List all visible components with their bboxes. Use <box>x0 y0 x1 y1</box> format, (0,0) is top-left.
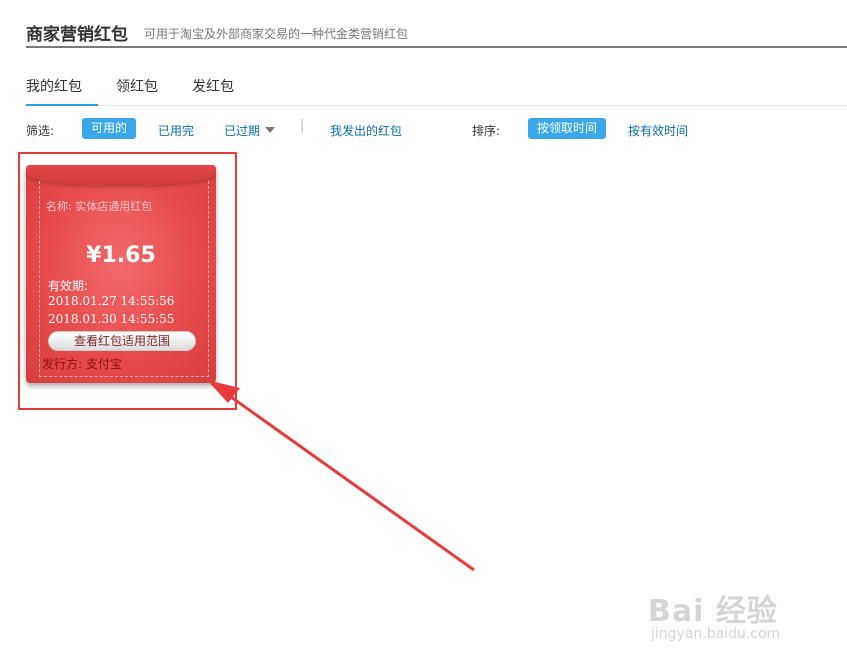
tab-send-red-packets[interactable]: 发红包 <box>192 76 234 106</box>
tab-get-red-packets[interactable]: 领红包 <box>116 76 158 106</box>
arrow-shaft <box>223 390 475 572</box>
filter-sent-by-me-link[interactable]: 我发出的红包 <box>330 122 402 139</box>
watermark-logo: Bai 经验 <box>648 594 778 629</box>
watermark: Bai 经验 jingyan.baidu.com <box>648 586 843 656</box>
card-date-end: 2018.01.30 14:55:55 <box>48 312 175 326</box>
page-header: 商家营销红包 可用于淘宝及外部商家交易的一种代金类营销红包 <box>26 18 847 48</box>
card-amount: ¥1.65 <box>86 243 156 268</box>
sort-by-valid-time-link[interactable]: 按有效时间 <box>628 122 688 139</box>
sort-by-receive-time-button[interactable]: 按领取时间 <box>528 118 607 139</box>
watermark-url: jingyan.baidu.com <box>651 626 781 642</box>
card-name: 名称: 实体店通用红包 <box>46 200 153 213</box>
chevron-down-icon[interactable] <box>265 127 275 133</box>
page-subtitle: 可用于淘宝及外部商家交易的一种代金类营销红包 <box>144 27 409 41</box>
filter-separator: | <box>300 118 305 133</box>
filter-expired-link[interactable]: 已过期 <box>224 122 260 139</box>
filter-bar: 筛选: 可用的 已用完 已过期 | 我发出的红包 排序: 按领取时间 按有效时间 <box>26 118 847 142</box>
page-title: 商家营销红包 <box>26 25 128 45</box>
sort-label: 排序: <box>472 124 501 138</box>
filter-label: 筛选: <box>26 124 55 138</box>
card-issuer: 发行方: 支付宝 <box>42 357 122 371</box>
page: 商家营销红包 可用于淘宝及外部商家交易的一种代金类营销红包 我的红包 领红包 发… <box>0 0 847 669</box>
card-date-start: 2018.01.27 14:55:56 <box>48 294 175 308</box>
view-scope-button[interactable]: 查看红包适用范围 <box>48 331 196 351</box>
filter-used-up-link[interactable]: 已用完 <box>158 122 194 139</box>
card-validity-label: 有效期: <box>48 279 89 293</box>
tab-bar: 我的红包 领红包 发红包 <box>26 70 847 106</box>
filter-available-button[interactable]: 可用的 <box>82 118 137 139</box>
red-packet-card[interactable]: 名称: 实体店通用红包 ¥1.65 有效期: 2018.01.27 14:55:… <box>26 165 216 383</box>
tab-my-red-packets[interactable]: 我的红包 <box>26 76 98 106</box>
